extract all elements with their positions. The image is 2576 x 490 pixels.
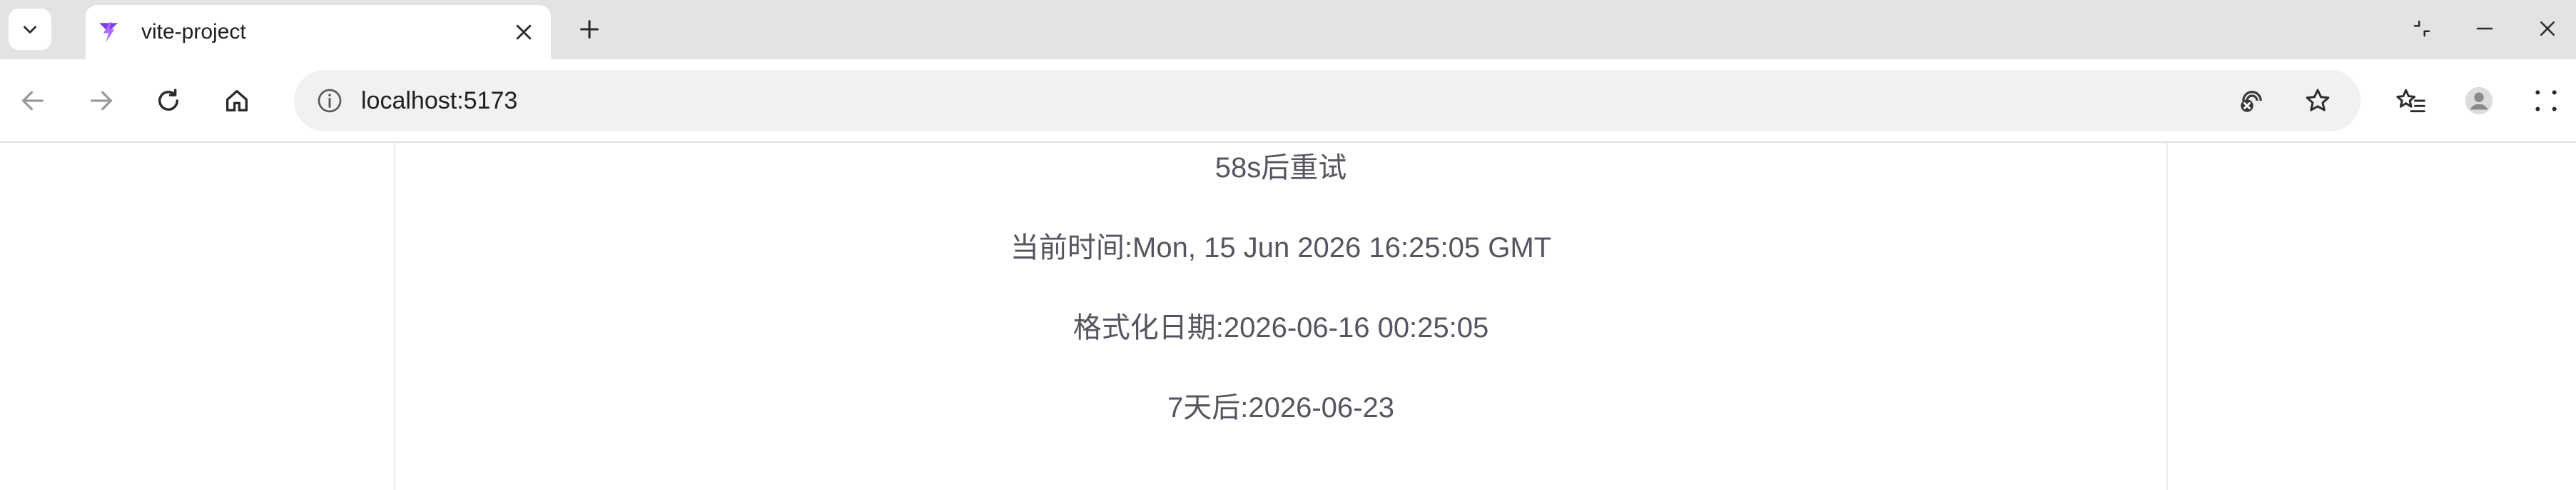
close-icon: [513, 21, 534, 43]
settings-menu-button[interactable]: [2520, 75, 2572, 126]
back-button[interactable]: [7, 75, 59, 126]
app-container: 58s后重试 当前时间:Mon, 15 Jun 2026 16:25:05 GM…: [394, 143, 2168, 490]
current-time-value: Mon, 15 Jun 2026 16:25:05 GMT: [1132, 232, 1552, 264]
close-window-button[interactable]: [2519, 7, 2576, 50]
reload-icon: [153, 86, 183, 116]
new-tab-button[interactable]: [568, 9, 611, 50]
browser-window: vite-project localhost:5173 58s后重试 当前时间:…: [0, 0, 2576, 490]
page-viewport: 58s后重试 当前时间:Mon, 15 Jun 2026 16:25:05 GM…: [0, 143, 2576, 490]
vite-logo-icon: [96, 19, 121, 45]
tracking-prevention-button[interactable]: [2229, 78, 2275, 124]
star-icon: [2303, 86, 2333, 116]
formatted-date-row: 格式化日期:2026-06-16 00:25:05: [395, 304, 2166, 346]
home-button[interactable]: [211, 75, 263, 126]
seven-days-later-row: 7天后:2026-06-23: [395, 384, 2166, 426]
tab-title: vite-project: [141, 20, 246, 44]
browser-toolbar: localhost:5173: [0, 59, 2576, 143]
formatted-date-value: 2026-06-16 00:25:05: [1223, 312, 1489, 344]
restore-button[interactable]: [2393, 7, 2450, 50]
current-time-label: 当前时间:: [1010, 232, 1133, 264]
restore-icon: [2411, 18, 2433, 39]
site-info-button[interactable]: [313, 84, 347, 118]
tab-list-button[interactable]: [9, 9, 51, 50]
menu-dots-icon: [2532, 86, 2560, 115]
forward-button[interactable]: [76, 75, 127, 126]
tab-close-button[interactable]: [504, 12, 544, 52]
home-icon: [223, 86, 251, 115]
reload-button[interactable]: [143, 75, 194, 126]
minimize-button[interactable]: [2456, 7, 2513, 50]
profile-icon: [2463, 84, 2495, 117]
retry-countdown: 58s后重试: [1215, 152, 1347, 184]
url-text[interactable]: localhost:5173: [361, 87, 2229, 115]
forward-arrow-icon: [87, 86, 116, 115]
back-arrow-icon: [19, 86, 47, 115]
formatted-date-label: 格式化日期:: [1073, 312, 1224, 344]
close-icon: [2537, 18, 2558, 39]
address-bar[interactable]: localhost:5173: [294, 70, 2361, 131]
minimize-icon: [2474, 18, 2495, 39]
add-favorite-button[interactable]: [2295, 78, 2341, 124]
plus-icon: [577, 17, 602, 41]
favorites-list-icon: [2395, 85, 2427, 116]
seven-days-label: 7天后:: [1167, 392, 1249, 424]
current-time-row: 当前时间:Mon, 15 Jun 2026 16:25:05 GMT: [395, 224, 2166, 266]
info-icon: [315, 86, 344, 115]
seven-days-value: 2026-06-23: [1248, 392, 1394, 424]
chevron-down-icon: [21, 20, 39, 39]
profile-button[interactable]: [2453, 75, 2505, 126]
tab-strip: vite-project: [0, 0, 2576, 59]
tracking-prevention-icon: [2237, 86, 2267, 116]
tab-vite-project[interactable]: vite-project: [86, 5, 551, 59]
favorites-button[interactable]: [2385, 75, 2437, 126]
